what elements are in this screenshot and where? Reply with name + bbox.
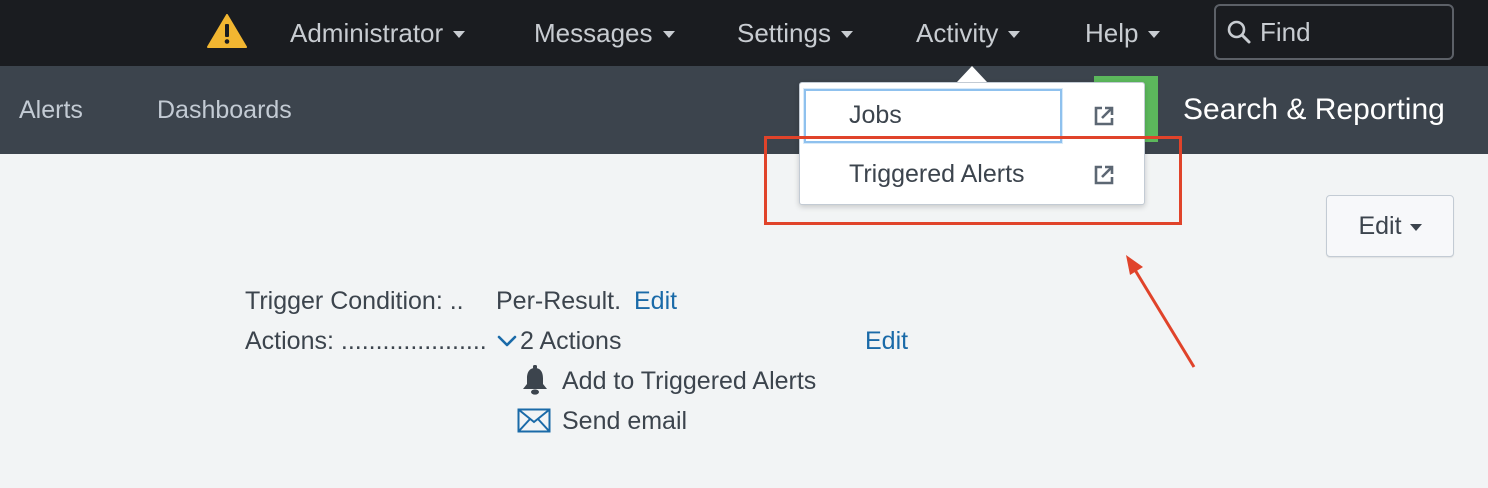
trigger-condition-label: Trigger Condition: .. (245, 287, 464, 315)
nav-help-label: Help (1085, 17, 1139, 48)
menu-item-jobs-label: Jobs (849, 100, 902, 129)
nav-messages[interactable]: Messages (534, 0, 675, 66)
caret-down-icon (840, 30, 853, 38)
bell-icon (523, 365, 547, 395)
nav-help[interactable]: Help (1085, 0, 1161, 66)
nav-settings-label: Settings (737, 17, 831, 48)
app-bar: Alerts Dashboards Search & Reporting (0, 66, 1488, 154)
actions-label: Actions: ..................... (245, 327, 487, 355)
menu-item-jobs[interactable]: Jobs (800, 85, 1146, 145)
actions-count[interactable]: 2 Actions (520, 327, 621, 356)
annotation-arrow (1126, 255, 1196, 368)
nav-administrator[interactable]: Administrator (290, 0, 466, 66)
menu-item-triggered-alerts-label: Triggered Alerts (849, 159, 1025, 188)
caret-down-icon (1409, 223, 1422, 231)
action-send-email: Send email (562, 407, 688, 435)
app-link-dashboards[interactable]: Dashboards (157, 66, 292, 154)
menu-item-triggered-alerts[interactable]: Triggered Alerts (800, 144, 1146, 204)
app-title[interactable]: Search & Reporting (1183, 66, 1445, 154)
activity-dropdown-menu: Jobs Triggered Alerts (799, 82, 1145, 205)
nav-messages-label: Messages (534, 17, 653, 48)
dropdown-pointer (957, 66, 987, 82)
envelope-icon (517, 408, 551, 433)
chevron-down-icon[interactable] (497, 334, 517, 348)
external-link-icon (1094, 165, 1114, 185)
external-link-icon (1094, 106, 1114, 126)
app-link-alerts[interactable]: Alerts (19, 66, 83, 154)
caret-down-icon (662, 30, 675, 38)
caret-down-icon (453, 30, 466, 38)
find-placeholder: Find (1260, 16, 1311, 47)
search-icon (1227, 20, 1251, 44)
nav-activity[interactable]: Activity (916, 0, 1021, 66)
find-input[interactable]: Find (1214, 4, 1454, 60)
nav-settings[interactable]: Settings (737, 0, 853, 66)
edit-dropdown-button[interactable]: Edit (1326, 195, 1454, 257)
trigger-condition-edit-link[interactable]: Edit (634, 287, 677, 316)
caret-down-icon (1148, 30, 1161, 38)
caret-down-icon (1008, 30, 1021, 38)
actions-edit-link[interactable]: Edit (865, 327, 908, 356)
trigger-condition-value: Per-Result. (496, 287, 622, 315)
focus-ring (804, 89, 1062, 143)
top-navigation-bar: Administrator Messages Settings Activity… (0, 0, 1488, 66)
nav-administrator-label: Administrator (290, 17, 444, 48)
action-add-triggered-alerts: Add to Triggered Alerts (562, 367, 817, 395)
warning-triangle-icon[interactable] (207, 14, 247, 48)
edit-button-label: Edit (1358, 211, 1402, 240)
nav-activity-label: Activity (916, 17, 999, 48)
